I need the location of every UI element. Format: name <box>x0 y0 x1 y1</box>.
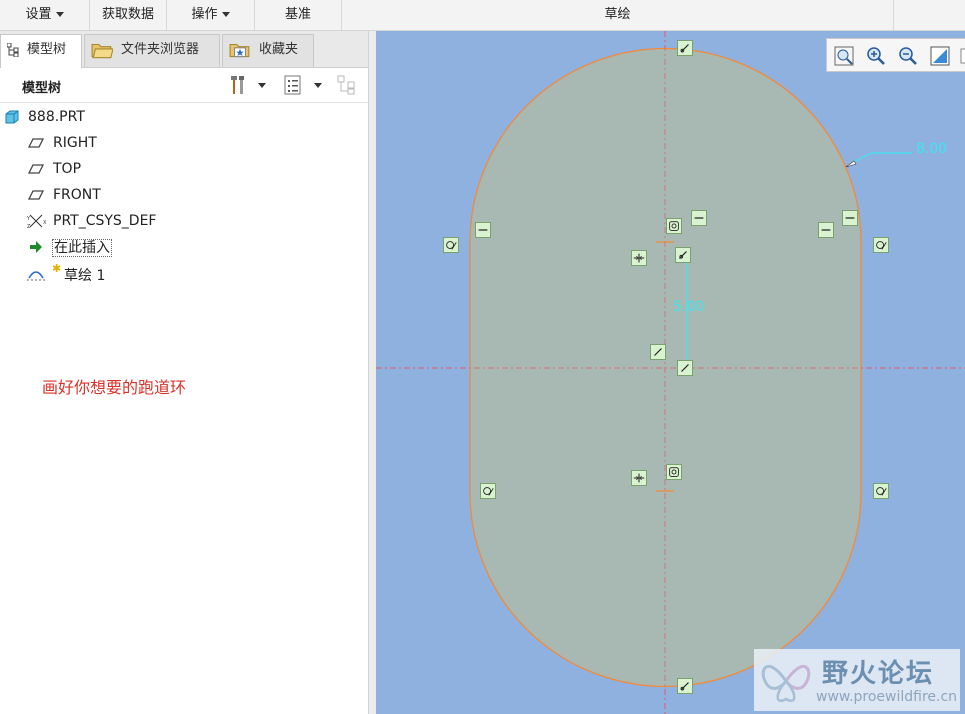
sketch-drawing <box>376 31 965 714</box>
tab-folder-browser-label: 文件夹浏览器 <box>121 42 200 57</box>
radius-leader <box>848 152 912 166</box>
concentric-constraint-icon[interactable] <box>666 218 682 234</box>
tangent-circle-icon[interactable] <box>443 237 459 253</box>
repaint-icon[interactable] <box>929 45 951 67</box>
radius-dimension[interactable]: 8.00 <box>916 141 947 157</box>
datum-menu[interactable]: 基准 <box>255 0 342 30</box>
datum-plane-icon <box>28 190 44 200</box>
tab-model-tree-label: 模型树 <box>27 42 67 57</box>
sketch-menu[interactable]: 草绘 <box>342 0 894 30</box>
horizontal-constraint-icon[interactable] <box>818 222 834 238</box>
graphics-window[interactable]: 8.00 5.00 野火论坛 www.proewildfire.cn <box>376 31 965 714</box>
tree-item-label: 888.PRT <box>28 109 85 125</box>
tangent-constraint-icon[interactable] <box>677 360 693 376</box>
tree-item-label: PRT_CSYS_DEF <box>53 213 157 229</box>
get-data-label: 获取数据 <box>101 7 154 22</box>
tree-item-label: FRONT <box>53 187 101 203</box>
settings-tools-icon[interactable] <box>228 74 250 96</box>
datum-label: 基准 <box>284 7 311 22</box>
settings-label: 设置 <box>25 7 52 22</box>
tangent-circle-icon[interactable] <box>480 483 496 499</box>
view-more-icon[interactable] <box>959 45 965 67</box>
tree-item-insert-here[interactable]: 在此插入 <box>0 235 360 259</box>
watermark-url: www.proewildfire.cn <box>816 689 958 705</box>
chevron-down-icon <box>221 12 230 17</box>
datum-plane-icon <box>28 138 44 148</box>
tangent-constraint-icon[interactable] <box>650 344 666 360</box>
view-toolbar <box>826 38 965 72</box>
zoom-in-icon[interactable] <box>865 45 887 67</box>
tangent-constraint-icon[interactable] <box>677 678 693 694</box>
favorites-icon <box>229 43 250 58</box>
new-item-star-icon: ✱ <box>52 262 62 275</box>
part-icon <box>5 110 19 124</box>
point-on-entity-icon[interactable] <box>675 247 691 263</box>
tangent-circle-icon[interactable] <box>873 237 889 253</box>
ribbon-group-bar: 设置 获取数据 操作 基准 草绘 <box>0 0 965 31</box>
svg-text:Y: Y <box>27 216 31 222</box>
show-list-icon[interactable] <box>282 74 304 96</box>
tab-favorites[interactable]: 收藏夹 <box>222 34 314 67</box>
tree-item-csys[interactable]: YZ X PRT_CSYS_DEF <box>0 209 360 233</box>
tab-folder-browser[interactable]: 文件夹浏览器 <box>84 34 220 67</box>
tree-item-label: 在此插入 <box>52 239 112 257</box>
tab-model-tree[interactable]: 模型树 <box>0 34 82 68</box>
concentric-constraint-icon[interactable] <box>666 464 682 480</box>
get-data-menu[interactable]: 获取数据 <box>90 0 167 30</box>
tree-item-sketch[interactable]: ✱ 草绘 1 <box>0 261 360 285</box>
horizontal-constraint-icon[interactable] <box>475 222 491 238</box>
radius-arrowhead <box>845 160 857 168</box>
insert-here-arrow-icon <box>30 241 42 253</box>
model-tree-title: 模型树 <box>22 81 62 96</box>
datum-plane-icon <box>28 164 44 174</box>
navigator-tabs: 模型树 文件夹浏览器 收藏夹 <box>0 31 376 68</box>
symmetry-constraint-icon[interactable] <box>631 250 647 266</box>
horizontal-constraint-icon[interactable] <box>691 210 707 226</box>
settings-menu[interactable]: 设置 <box>0 0 90 30</box>
tree-filter-icon[interactable] <box>336 74 358 96</box>
chevron-down-icon[interactable] <box>314 83 322 88</box>
chevron-down-icon[interactable] <box>258 83 266 88</box>
model-tree-icon <box>7 43 19 57</box>
watermark-title: 野火论坛 <box>822 659 935 689</box>
butterfly-logo-icon <box>761 665 811 702</box>
watermark: 野火论坛 www.proewildfire.cn <box>754 649 960 711</box>
csys-icon: YZ X <box>27 214 47 229</box>
horizontal-constraint-icon[interactable] <box>842 210 858 226</box>
tangent-constraint-icon[interactable] <box>677 40 693 56</box>
tree-item-label: 草绘 1 <box>64 268 106 284</box>
tab-favorites-label: 收藏夹 <box>259 42 299 57</box>
tree-item-part[interactable]: 888.PRT <box>0 105 360 129</box>
navigator-panel: 模型树 文件夹浏览器 收藏夹 模型树 888.PRT RIGHT TOP FRO… <box>0 31 376 714</box>
annotation-text: 画好你想要的跑道环 <box>42 378 187 397</box>
svg-text:X: X <box>43 220 47 226</box>
operations-menu[interactable]: 操作 <box>167 0 255 30</box>
tree-item-front[interactable]: FRONT <box>0 183 360 207</box>
model-tree-header: 模型树 <box>0 68 368 103</box>
sketch-icon <box>27 271 45 281</box>
refit-icon[interactable] <box>833 45 855 67</box>
folder-browser-icon <box>91 43 113 59</box>
svg-text:Z: Z <box>27 224 31 229</box>
tree-item-label: TOP <box>53 161 82 177</box>
tree-item-top[interactable]: TOP <box>0 157 360 181</box>
symmetry-constraint-icon[interactable] <box>631 470 647 486</box>
sketch-label: 草绘 <box>604 7 631 22</box>
offset-dimension[interactable]: 5.00 <box>673 299 704 315</box>
tree-item-label: RIGHT <box>53 135 97 151</box>
tangent-circle-icon[interactable] <box>873 483 889 499</box>
operations-label: 操作 <box>191 7 218 22</box>
chevron-down-icon <box>55 12 64 17</box>
tree-item-right[interactable]: RIGHT <box>0 131 360 155</box>
zoom-out-icon[interactable] <box>897 45 919 67</box>
